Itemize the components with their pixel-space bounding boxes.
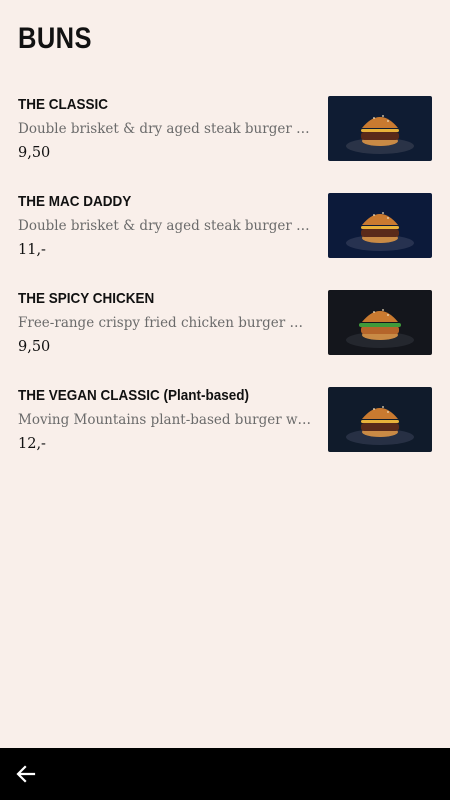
item-price: 9,50 (18, 339, 51, 355)
spicy-chicken-burger-photo[interactable] (328, 290, 432, 355)
back-arrow-icon[interactable] (14, 762, 38, 786)
classic-burger-photo[interactable] (328, 96, 432, 161)
bottom-nav-bar (0, 748, 450, 800)
list-item[interactable]: THE VEGAN CLASSIC (Plant-based) Moving M… (0, 385, 450, 482)
menu-list: THE CLASSIC Double brisket & dry aged st… (0, 94, 450, 482)
item-name: THE VEGAN CLASSIC (Plant-based) (18, 387, 250, 404)
item-name: THE MAC DADDY (18, 193, 132, 210)
list-item[interactable]: THE SPICY CHICKEN Free-range crispy frie… (0, 288, 450, 385)
item-price: 11,- (18, 242, 46, 258)
item-price: 12,- (18, 436, 46, 452)
item-name: THE SPICY CHICKEN (18, 290, 155, 307)
item-description: Moving Mountains plant-based burger with… (18, 412, 314, 428)
item-price: 9,50 (18, 145, 51, 161)
item-description: Double brisket & dry aged steak burger t… (18, 218, 314, 234)
item-description: Free-range crispy fried chicken burger w… (18, 315, 314, 331)
item-name: THE CLASSIC (18, 96, 109, 113)
list-item[interactable]: THE CLASSIC Double brisket & dry aged st… (0, 94, 450, 191)
mac-daddy-burger-photo[interactable] (328, 193, 432, 258)
vegan-burger-photo[interactable] (328, 387, 432, 452)
list-item[interactable]: THE MAC DADDY Double brisket & dry aged … (0, 191, 450, 288)
page-title: BUNS (18, 22, 92, 55)
item-description: Double brisket & dry aged steak burger w… (18, 121, 314, 137)
